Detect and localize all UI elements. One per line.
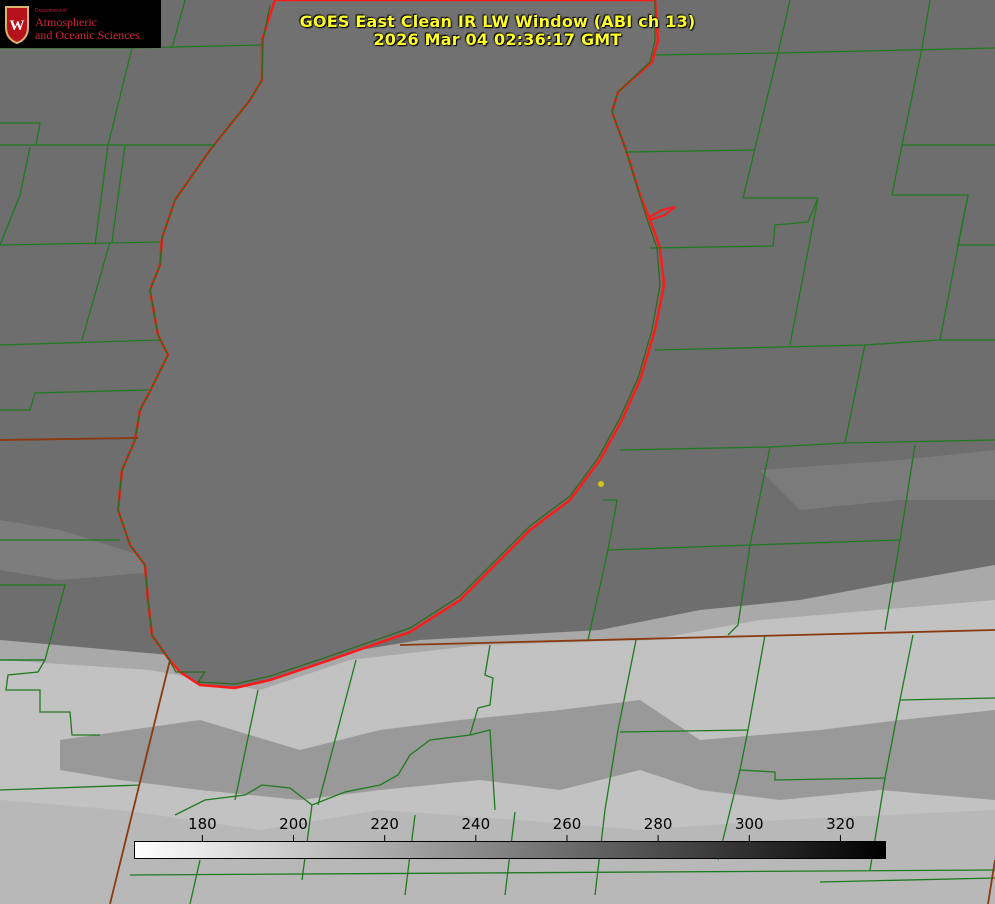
colorbar xyxy=(134,841,886,859)
colorbar-tick-label: 180 xyxy=(188,815,217,833)
colorbar-tick-label: 220 xyxy=(370,815,399,833)
colorbar-tick-label: 320 xyxy=(826,815,855,833)
colorbar-tick-label: 260 xyxy=(552,815,582,833)
colorbar-tick-label: 300 xyxy=(734,815,764,833)
image-title: GOES East Clean IR LW Window (ABI ch 13) xyxy=(299,12,696,31)
colorbar-tick-label: 240 xyxy=(461,815,491,833)
location-marker xyxy=(598,481,604,487)
colorbar-tick-label: 280 xyxy=(643,815,673,833)
satellite-image: W Department of Atmospheric and Oceanic … xyxy=(0,0,995,904)
colorbar-tick-label: 200 xyxy=(279,815,308,833)
image-timestamp: 2026 Mar 04 02:36:17 GMT xyxy=(373,30,622,49)
map-canvas xyxy=(0,0,995,904)
